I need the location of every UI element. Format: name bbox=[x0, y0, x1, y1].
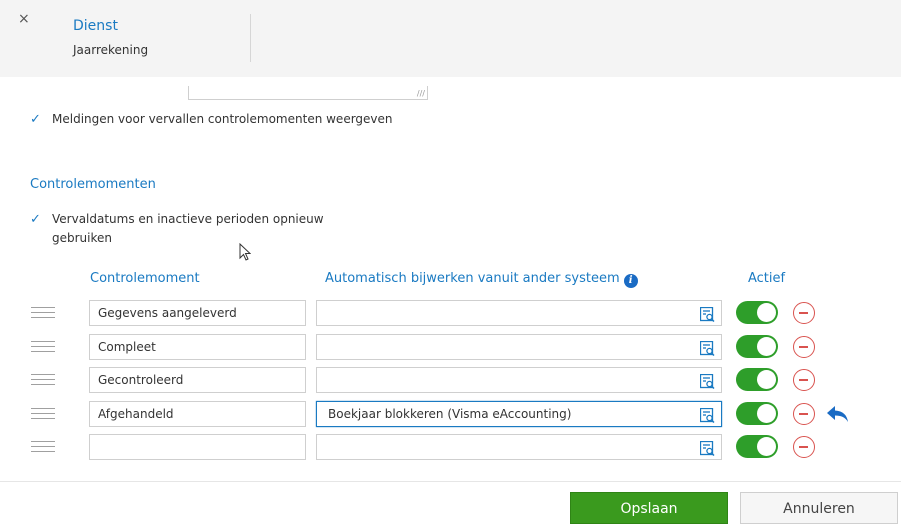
auto-update-input[interactable] bbox=[316, 434, 722, 460]
drag-handle-icon[interactable] bbox=[31, 374, 55, 386]
save-button[interactable]: Opslaan bbox=[570, 492, 728, 524]
table-row: Gegevens aangeleverd bbox=[0, 300, 901, 326]
active-toggle[interactable] bbox=[736, 435, 778, 458]
active-toggle[interactable] bbox=[736, 368, 778, 391]
table-row: Gecontroleerd bbox=[0, 367, 901, 393]
column-header-active: Actief bbox=[748, 271, 786, 286]
controlemoment-name-input[interactable]: Gegevens aangeleverd bbox=[89, 300, 306, 326]
toggle-knob bbox=[757, 303, 776, 322]
auto-update-input[interactable] bbox=[316, 334, 722, 360]
lookup-icon[interactable] bbox=[699, 373, 715, 390]
dialog-header: × Dienst Jaarrekening bbox=[0, 0, 901, 77]
table-row bbox=[0, 434, 901, 460]
footer-divider bbox=[0, 481, 901, 482]
column-header-auto-update-label: Automatisch bijwerken vanuit ander syste… bbox=[325, 271, 620, 286]
lookup-icon[interactable] bbox=[699, 306, 715, 323]
service-subtitle: Jaarrekening bbox=[73, 43, 149, 57]
notify-label: Meldingen voor vervallen controlemomente… bbox=[52, 112, 393, 126]
remove-icon[interactable] bbox=[793, 369, 815, 391]
auto-update-input[interactable] bbox=[316, 300, 722, 326]
reuse-label-line1: Vervaldatums en inactieve perioden opnie… bbox=[52, 212, 324, 226]
remove-icon[interactable] bbox=[793, 336, 815, 358]
toggle-knob bbox=[757, 404, 776, 423]
drag-handle-icon[interactable] bbox=[31, 408, 55, 420]
lookup-icon[interactable] bbox=[699, 340, 715, 357]
mouse-cursor-icon bbox=[239, 243, 251, 261]
controlemoment-name-input[interactable]: Compleet bbox=[89, 334, 306, 360]
remove-icon[interactable] bbox=[793, 302, 815, 324]
drag-handle-icon[interactable] bbox=[31, 441, 55, 453]
active-toggle[interactable] bbox=[736, 335, 778, 358]
remove-icon[interactable] bbox=[793, 436, 815, 458]
reuse-checkbox[interactable]: ✓ bbox=[30, 212, 41, 227]
column-header-auto-update: Automatisch bijwerken vanuit ander syste… bbox=[325, 271, 638, 288]
table-row: Compleet bbox=[0, 334, 901, 360]
close-icon[interactable]: × bbox=[18, 11, 30, 27]
auto-update-input[interactable]: Boekjaar blokkeren (Visma eAccounting) bbox=[316, 401, 722, 427]
notify-checkbox[interactable]: ✓ bbox=[30, 112, 41, 127]
controlemoment-name-input[interactable] bbox=[89, 434, 306, 460]
table-row: Afgehandeld Boekjaar blokkeren (Visma eAc… bbox=[0, 401, 901, 427]
toggle-knob bbox=[757, 337, 776, 356]
header-divider bbox=[250, 14, 251, 62]
auto-update-input[interactable] bbox=[316, 367, 722, 393]
drag-handle-icon[interactable] bbox=[31, 307, 55, 319]
controlemoment-name-input[interactable]: Gecontroleerd bbox=[89, 367, 306, 393]
column-header-controlemoment: Controlemoment bbox=[90, 271, 200, 286]
undo-icon[interactable] bbox=[825, 402, 851, 426]
resize-grip-icon[interactable]: /// bbox=[417, 90, 425, 98]
toggle-knob bbox=[757, 370, 776, 389]
reuse-label-line2: gebruiken bbox=[52, 231, 112, 245]
lookup-icon[interactable] bbox=[699, 440, 715, 457]
toggle-knob bbox=[757, 437, 776, 456]
service-title: Dienst bbox=[73, 18, 118, 34]
auto-update-value: Boekjaar blokkeren (Visma eAccounting) bbox=[328, 407, 572, 421]
notes-textarea[interactable]: /// bbox=[188, 86, 428, 100]
active-toggle[interactable] bbox=[736, 301, 778, 324]
active-toggle[interactable] bbox=[736, 402, 778, 425]
controlemoment-name-input[interactable]: Afgehandeld bbox=[89, 401, 306, 427]
lookup-icon[interactable] bbox=[699, 407, 715, 424]
cancel-button[interactable]: Annuleren bbox=[740, 492, 898, 524]
drag-handle-icon[interactable] bbox=[31, 341, 55, 353]
section-title: Controlemomenten bbox=[30, 177, 156, 192]
remove-icon[interactable] bbox=[793, 403, 815, 425]
info-icon[interactable]: i bbox=[623, 274, 638, 288]
